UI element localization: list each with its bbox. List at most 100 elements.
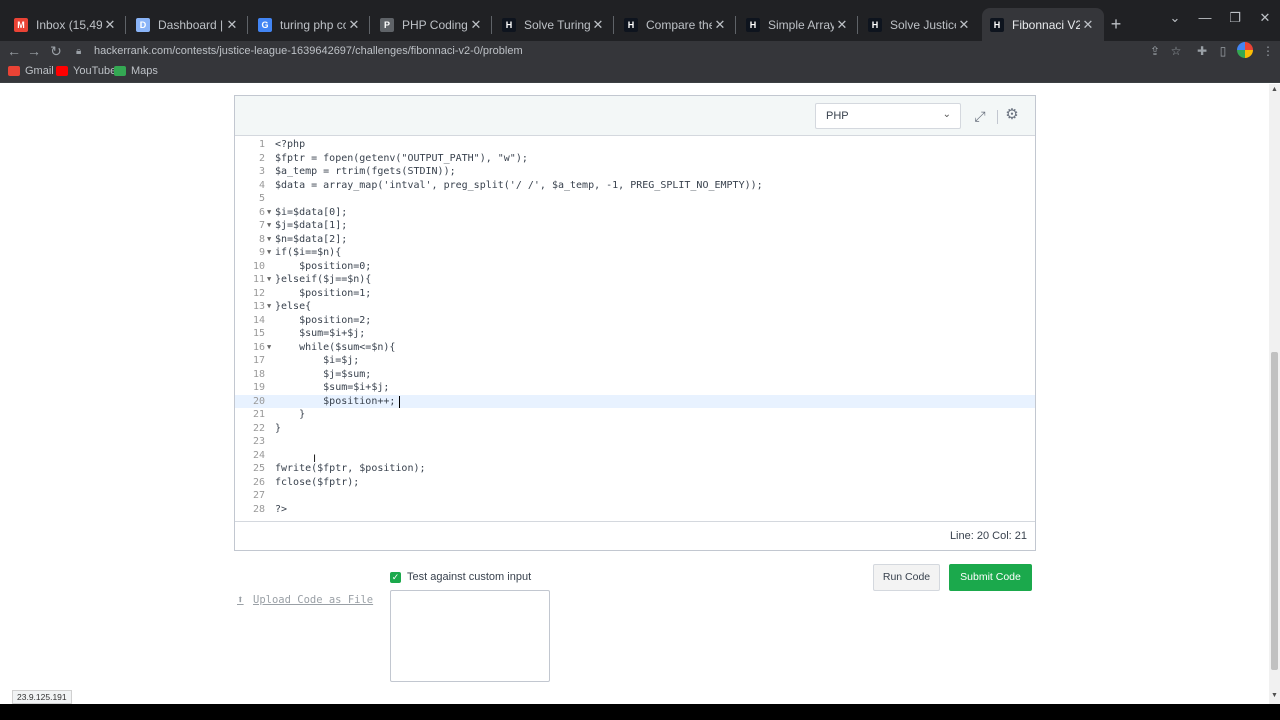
status-url-bubble: 23.9.125.191 [12, 690, 72, 704]
browser-tab[interactable]: D Dashboard | Internatio✕ [128, 8, 248, 41]
fold-arrow-icon[interactable]: ▼ [267, 341, 271, 355]
code-line[interactable]: 11 ▼}elseif($j==$n){ [235, 273, 1035, 287]
close-tab-icon[interactable]: ✕ [712, 17, 728, 33]
fullscreen-icon[interactable]: ⤢ [971, 107, 989, 125]
browser-tab[interactable]: Gturing php coding cha✕ [250, 8, 370, 41]
url-text[interactable]: hackerrank.com/contests/justice-league-1… [94, 45, 523, 57]
back-icon[interactable]: ← [4, 41, 24, 61]
tab-title: turing php coding cha [280, 17, 346, 32]
page-scrollbar[interactable]: ▲ ▼ [1269, 84, 1280, 704]
reload-icon[interactable]: ↻ [46, 41, 66, 61]
browser-tab[interactable]: H Solve Justice League✕ [860, 8, 980, 41]
close-tab-icon[interactable]: ✕ [834, 17, 850, 33]
text-caret [399, 395, 400, 408]
code-line[interactable]: 1 <?php [235, 138, 1035, 152]
profile-avatar[interactable] [1237, 42, 1253, 58]
language-select[interactable]: PHP ⌄ [815, 103, 961, 129]
code-text: $n=$data[2]; [275, 233, 348, 245]
fold-arrow-icon[interactable]: ▼ [267, 219, 271, 233]
line-number: 15 [252, 328, 265, 339]
bookmark-maps[interactable]: Maps [114, 65, 158, 77]
chevron-down-icon: ⌄ [942, 109, 951, 120]
code-line[interactable]: 9 ▼ if($i==$n){ [235, 246, 1035, 260]
fold-arrow-icon[interactable]: ▼ [267, 233, 271, 247]
fold-arrow-icon[interactable]: ▼ [267, 273, 271, 287]
close-tab-icon[interactable]: ✕ [1080, 17, 1096, 33]
code-line[interactable]: 25 fwrite($fptr, $position); [235, 462, 1035, 476]
scroll-down-icon[interactable]: ▼ [1271, 692, 1278, 699]
upload-code-link[interactable]: ⬆ Upload Code as File [237, 593, 373, 606]
maximize-icon[interactable]: ❐ [1220, 10, 1250, 26]
code-line[interactable]: 20 $position++; [235, 394, 1035, 408]
code-line[interactable]: 2 $fptr = fopen(getenv("OUTPUT_PATH"), "w… [235, 152, 1035, 166]
fold-arrow-icon[interactable]: ▼ [267, 246, 271, 260]
code-line[interactable]: 8 ▼ $n=$data[2]; [235, 233, 1035, 247]
code-line[interactable]: 6 ▼ $i=$data[0]; [235, 206, 1035, 220]
browser-tab[interactable]: M Inbox (15,491) - yusuf✕ [6, 8, 126, 41]
code-line[interactable]: 18 $j=$sum; [235, 368, 1035, 382]
close-tab-icon[interactable]: ✕ [102, 17, 118, 33]
code-editor: PHP ⌄ ⤢ ⚙ 1 <?php 2 $fptr = fopen(getenv("O… [234, 95, 1036, 551]
share-icon[interactable]: ⇪ [1145, 42, 1165, 60]
close-tab-icon[interactable]: ✕ [224, 17, 240, 33]
code-line[interactable]: 13 ▼}else{ [235, 300, 1035, 314]
code-line[interactable]: 15 $sum=$i+$j; [235, 327, 1035, 341]
custom-input-textarea[interactable] [390, 590, 550, 682]
code-text: $sum=$i+$j; [275, 328, 366, 339]
new-tab-button[interactable]: + [1106, 14, 1126, 34]
custom-input-toggle[interactable]: ✓ Test against custom input [390, 571, 531, 583]
code-line[interactable]: 4 $data = array_map('intval', preg_split(… [235, 179, 1035, 193]
close-tab-icon[interactable]: ✕ [468, 17, 484, 33]
code-text: fclose($fptr); [275, 476, 360, 488]
code-line[interactable]: 3 $a_temp = rtrim(fgets(STDIN)); [235, 165, 1035, 179]
code-line[interactable]: 16 ▼ while($sum<=$n){ [235, 341, 1035, 355]
code-text: }elseif($j==$n){ [275, 274, 372, 285]
scroll-up-icon[interactable]: ▲ [1271, 86, 1278, 93]
browser-tab[interactable]: H Compare the Triplets |✕ [616, 8, 736, 41]
code-line[interactable]: 7 ▼ $j=$data[1]; [235, 219, 1035, 233]
code-line[interactable]: 19 $sum=$i+$j; [235, 381, 1035, 395]
close-window-icon[interactable]: ✕ [1250, 10, 1280, 26]
code-line[interactable]: 23 [235, 435, 1035, 449]
code-line[interactable]: 26 fclose($fptr); [235, 476, 1035, 490]
code-line[interactable]: 10 $position=0; [235, 260, 1035, 274]
browser-tab[interactable]: H Simple Array Sum | Tu✕ [738, 8, 858, 41]
address-bar[interactable]: 🔒︎ hackerrank.com/contests/justice-leagu… [76, 41, 1146, 61]
fold-arrow-icon[interactable]: ▼ [267, 300, 271, 314]
scrollbar-thumb[interactable] [1271, 352, 1278, 670]
tab-search-icon[interactable]: ⌄ [1160, 10, 1190, 26]
code-line[interactable]: 17 $i=$j; [235, 354, 1035, 368]
menu-kebab-icon[interactable]: ⋮ [1258, 42, 1278, 60]
code-line[interactable]: 27 [235, 489, 1035, 503]
minimize-icon[interactable]: — [1190, 10, 1220, 25]
line-number: 24 [252, 449, 265, 461]
code-line[interactable]: 24 [235, 449, 1035, 463]
code-line[interactable]: 28 ?> [235, 503, 1035, 517]
close-tab-icon[interactable]: ✕ [956, 17, 972, 33]
fold-arrow-icon[interactable]: ▼ [267, 206, 271, 220]
code-text: if($i==$n){ [275, 247, 342, 258]
forward-icon[interactable]: → [24, 41, 44, 61]
code-line[interactable]: 14 $position=2; [235, 314, 1035, 328]
bookmark-gmail[interactable]: Gmail [8, 65, 54, 77]
close-tab-icon[interactable]: ✕ [346, 17, 362, 33]
dashboard-icon: D [136, 17, 150, 32]
extensions-icon[interactable]: ✚ [1192, 42, 1212, 60]
browser-tab[interactable]: H Solve Turing Coding C✕ [494, 8, 614, 41]
browser-tab[interactable]: H Fibonnaci V2.0 | Justic✕ [982, 8, 1104, 41]
gear-icon[interactable]: ⚙ [1003, 106, 1021, 124]
code-line[interactable]: 12 $position=1; [235, 287, 1035, 301]
code-line[interactable]: 22} [235, 422, 1035, 436]
checkbox-checked[interactable]: ✓ [390, 571, 401, 583]
bookmark-star-icon[interactable]: ☆ [1166, 42, 1186, 60]
close-tab-icon[interactable]: ✕ [590, 17, 606, 33]
code-area[interactable]: 1 <?php 2 $fptr = fopen(getenv("OUTPUT_PATH… [235, 137, 1035, 521]
code-text: while($sum<=$n){ [275, 341, 396, 353]
side-panel-icon[interactable]: ▯ [1213, 42, 1233, 60]
submit-code-button[interactable]: Submit Code [949, 564, 1032, 591]
browser-tab[interactable]: P PHP Coding Challenge✕ [372, 8, 492, 41]
code-line[interactable]: 5 [235, 192, 1035, 206]
bookmark-youtube[interactable]: YouTube [56, 65, 116, 77]
code-line[interactable]: 21 } [235, 408, 1035, 422]
run-code-button[interactable]: Run Code [873, 564, 940, 591]
